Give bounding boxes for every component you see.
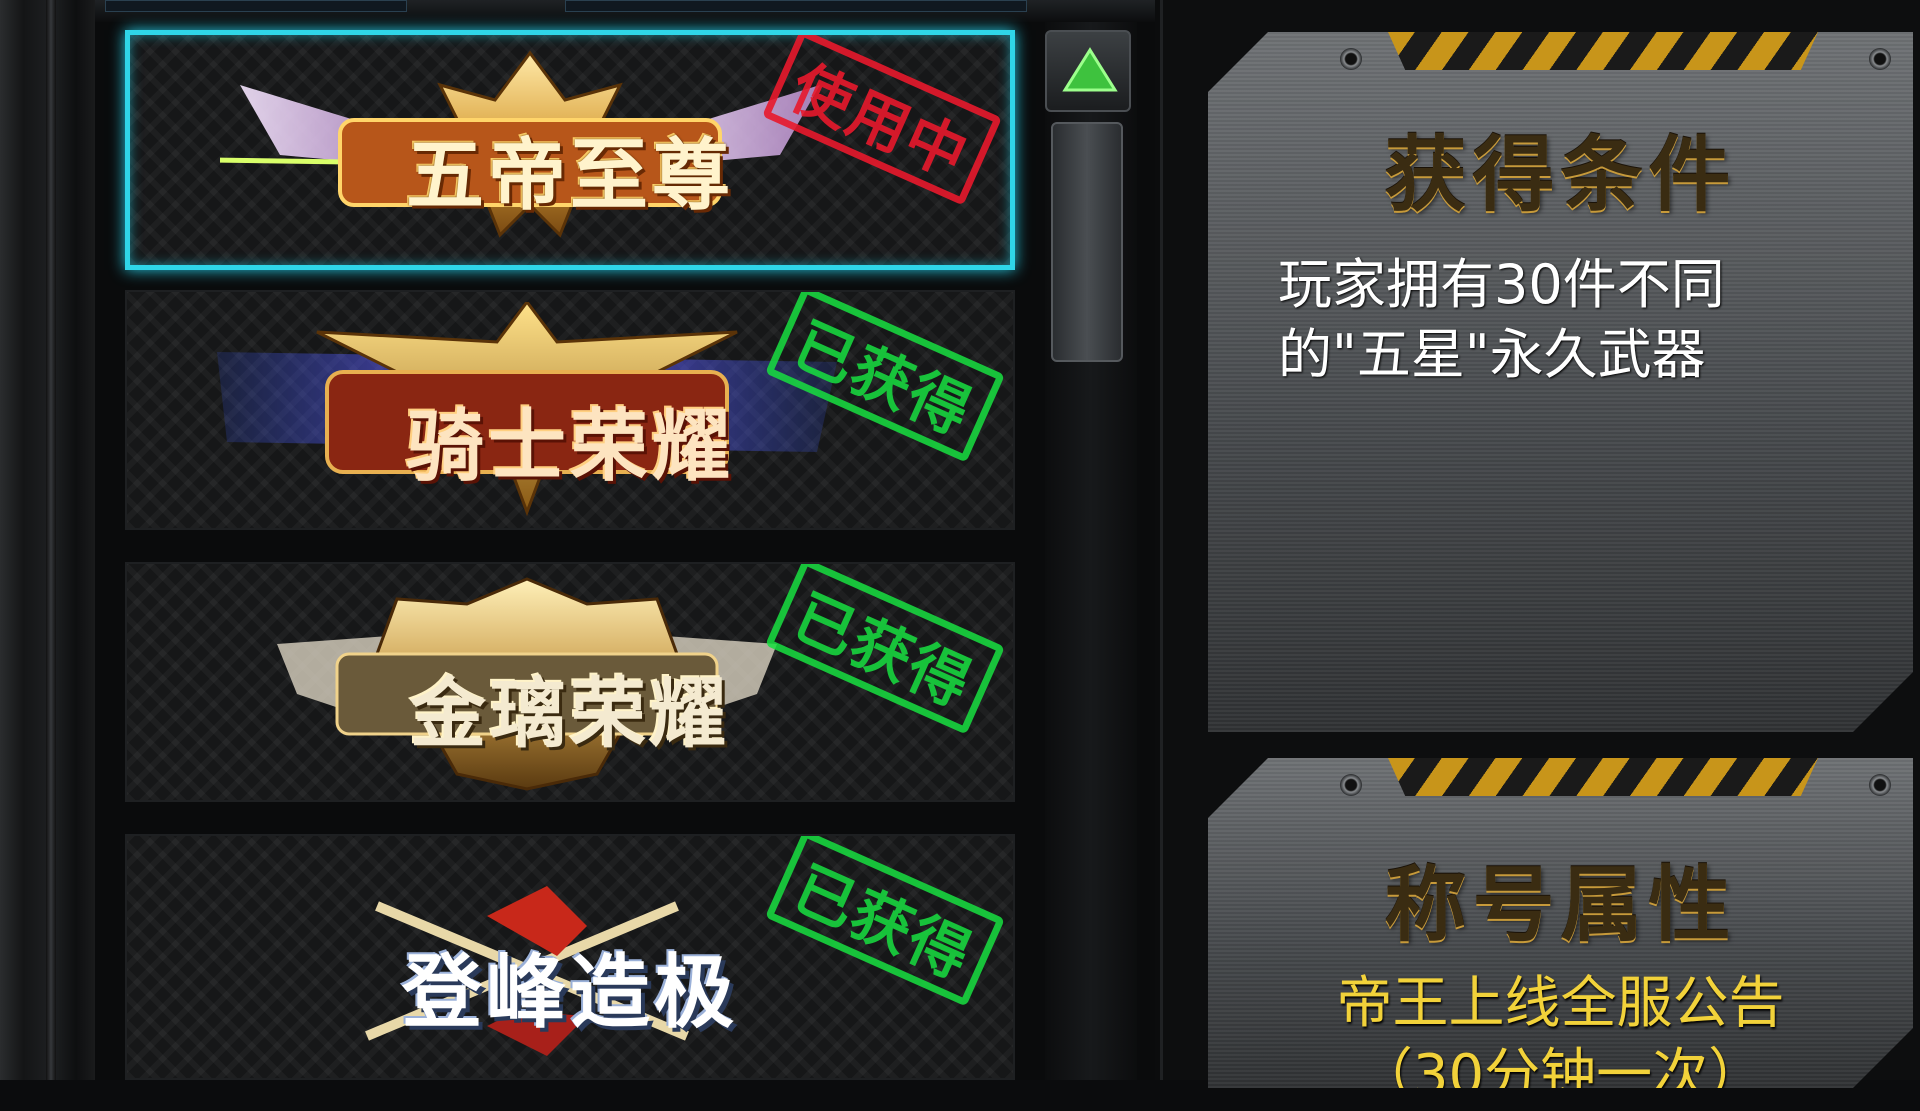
acquire-condition-panel: 获得条件 玩家拥有30件不同 的"五星"永久武器 [1208, 32, 1913, 732]
left-frame [0, 0, 97, 1080]
top-strip-segment [105, 0, 407, 12]
title-list-scrollbar[interactable] [1045, 22, 1137, 1080]
title-card-wudi-zhizun[interactable]: 五帝至尊 使用中 [125, 30, 1015, 270]
condition-line: 玩家拥有30件不同 [1278, 253, 1725, 316]
info-area: 获得条件 玩家拥有30件不同 的"五星"永久武器 称号属性 帝王上线全服公告 （… [1160, 0, 1920, 1080]
scroll-up-button[interactable] [1045, 30, 1131, 112]
condition-line: 的"五星"永久武器 [1278, 323, 1706, 386]
top-strip-segment [565, 0, 1027, 12]
title-card-dengfeng-zaoji[interactable]: 登峰造极 已获得 [125, 834, 1015, 1080]
condition-heading: 获得条件 [1384, 128, 1737, 223]
hazard-stripe [1388, 758, 1818, 796]
title-attribute-panel: 称号属性 帝王上线全服公告 （30分钟一次） [1208, 758, 1913, 1088]
condition-text: 玩家拥有30件不同 的"五星"永久武器 [1278, 250, 1873, 390]
title-list: 五帝至尊 使用中 骑士荣耀 已获得 金璃荣耀 已获得 登峰造极 已获得 [95, 22, 1155, 1080]
attribute-line: （30分钟一次） [1356, 1043, 1765, 1108]
attribute-heading: 称号属性 [1384, 858, 1737, 953]
top-frame-strip [95, 0, 1155, 23]
bolt-icon [1340, 774, 1362, 796]
attribute-line: 帝王上线全服公告 [1336, 971, 1785, 1036]
up-arrow-icon [1062, 47, 1118, 92]
scroll-thumb[interactable] [1051, 122, 1123, 362]
bolt-icon [1869, 48, 1891, 70]
bolt-icon [1869, 774, 1891, 796]
title-card-jinli-rongyao[interactable]: 金璃荣耀 已获得 [125, 562, 1015, 802]
title-card-qishi-rongyao[interactable]: 骑士荣耀 已获得 [125, 290, 1015, 530]
bolt-icon [1340, 48, 1362, 70]
hazard-stripe [1388, 32, 1818, 70]
